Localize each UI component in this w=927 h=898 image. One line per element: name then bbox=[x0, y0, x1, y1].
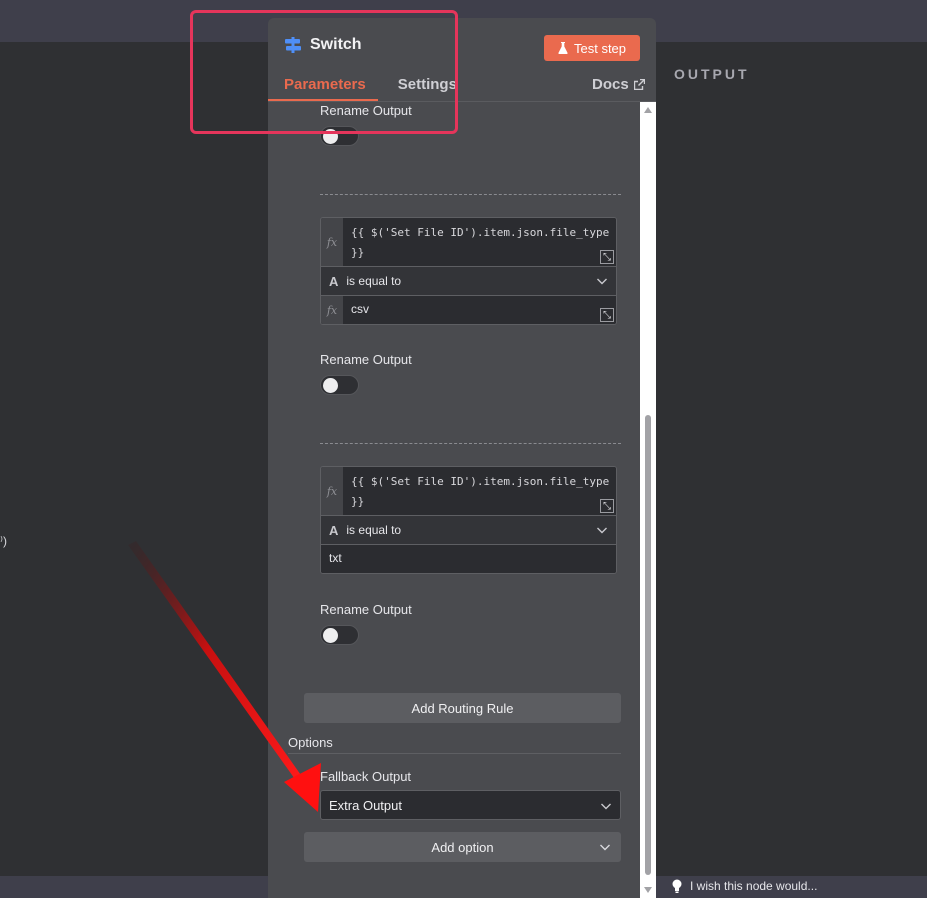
lightbulb-icon bbox=[672, 879, 682, 893]
rename-output-label: Rename Output bbox=[320, 602, 412, 617]
input-pane-edge-text: ⁾) bbox=[0, 534, 7, 548]
parameters-scroll-area: Rename Output fx {{ $('Set File ID').ite… bbox=[268, 102, 638, 898]
chevron-down-icon bbox=[600, 844, 610, 851]
tab-bar: Parameters Settings bbox=[284, 76, 457, 101]
value2-row: fx csv ⤡ bbox=[321, 296, 616, 324]
options-title: Options bbox=[288, 735, 333, 750]
operator-label: is equal to bbox=[346, 274, 402, 288]
rule-divider bbox=[320, 194, 621, 195]
input-pane bbox=[0, 42, 268, 876]
add-routing-rule-button[interactable]: Add Routing Rule bbox=[304, 693, 621, 723]
scroll-down-arrow-icon[interactable] bbox=[643, 885, 653, 895]
scrollbar-thumb[interactable] bbox=[645, 415, 651, 875]
vertical-scrollbar[interactable] bbox=[640, 102, 656, 898]
flask-icon bbox=[558, 42, 568, 54]
test-step-label: Test step bbox=[573, 40, 627, 56]
value1-row: fx {{ $('Set File ID').item.json.file_ty… bbox=[321, 467, 616, 516]
test-step-button[interactable]: Test step bbox=[544, 35, 640, 61]
operator-select[interactable]: A is equal to bbox=[321, 267, 616, 296]
chevron-down-icon bbox=[597, 527, 607, 534]
options-divider bbox=[288, 753, 621, 754]
operator-label: is equal to bbox=[346, 523, 402, 537]
panel-header: Switch Test step Parameters Settings Doc… bbox=[268, 18, 656, 102]
docs-link[interactable]: Docs bbox=[592, 76, 645, 93]
rename-output-toggle[interactable] bbox=[320, 375, 359, 395]
fx-icon: fx bbox=[321, 218, 343, 266]
routing-rule-condition: fx {{ $('Set File ID').item.json.file_ty… bbox=[320, 217, 617, 325]
fx-icon: fx bbox=[321, 467, 343, 515]
switch-icon bbox=[285, 37, 301, 53]
value1-expression-input[interactable]: {{ $('Set File ID').item.json.file_type … bbox=[343, 218, 616, 266]
chevron-down-icon bbox=[601, 803, 611, 810]
add-option-button[interactable]: Add option bbox=[304, 832, 621, 862]
routing-rule-condition: fx {{ $('Set File ID').item.json.file_ty… bbox=[320, 466, 617, 574]
fx-icon: fx bbox=[321, 296, 343, 324]
fallback-output-select[interactable]: Extra Output bbox=[320, 790, 621, 820]
output-pane bbox=[656, 42, 927, 876]
output-title: OUTPUT bbox=[674, 66, 750, 82]
rule-divider bbox=[320, 443, 621, 444]
string-type-icon: A bbox=[329, 273, 339, 289]
toggle-knob bbox=[323, 628, 338, 643]
rename-output-label: Rename Output bbox=[320, 103, 412, 118]
expand-icon[interactable]: ⤡ bbox=[600, 250, 614, 264]
value2-input[interactable]: txt bbox=[329, 551, 342, 565]
toggle-knob bbox=[323, 129, 338, 144]
string-type-icon: A bbox=[329, 522, 339, 538]
tab-settings[interactable]: Settings bbox=[398, 76, 457, 101]
chevron-down-icon bbox=[597, 278, 607, 285]
add-option-label: Add option bbox=[431, 839, 494, 855]
docs-label: Docs bbox=[592, 76, 629, 93]
scroll-up-arrow-icon[interactable] bbox=[643, 105, 653, 115]
rename-output-label: Rename Output bbox=[320, 352, 412, 367]
expand-icon[interactable]: ⤡ bbox=[600, 308, 614, 322]
value1-row: fx {{ $('Set File ID').item.json.file_ty… bbox=[321, 218, 616, 267]
value1-expression-input[interactable]: {{ $('Set File ID').item.json.file_type … bbox=[343, 467, 616, 515]
operator-select[interactable]: A is equal to bbox=[321, 516, 616, 545]
expand-icon[interactable]: ⤡ bbox=[600, 499, 614, 513]
fallback-output-value: Extra Output bbox=[329, 797, 402, 813]
rename-output-toggle[interactable] bbox=[320, 625, 359, 645]
fallback-output-label: Fallback Output bbox=[320, 769, 412, 784]
value2-row: txt bbox=[321, 545, 616, 573]
value2-input[interactable]: csv bbox=[351, 302, 369, 316]
feedback-link[interactable]: I wish this node would... bbox=[672, 879, 817, 893]
node-parameters-panel: Switch Test step Parameters Settings Doc… bbox=[268, 18, 656, 898]
tab-parameters[interactable]: Parameters bbox=[284, 76, 366, 101]
feedback-text: I wish this node would... bbox=[690, 879, 818, 893]
external-link-icon bbox=[633, 79, 645, 90]
node-name: Switch bbox=[310, 36, 362, 53]
toggle-knob bbox=[323, 378, 338, 393]
rename-output-toggle[interactable] bbox=[320, 126, 359, 146]
node-title: Switch bbox=[284, 36, 362, 54]
